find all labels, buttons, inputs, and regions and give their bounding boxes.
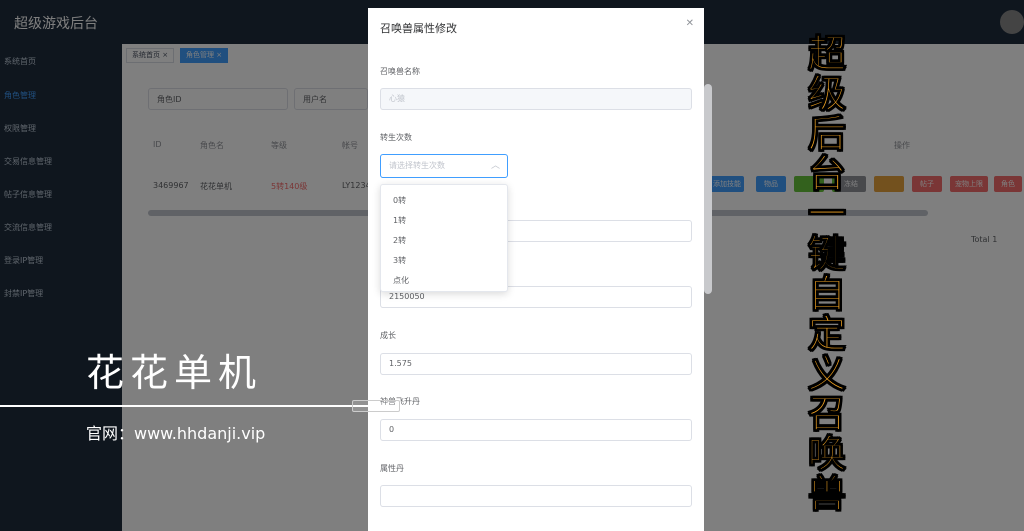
pet-name-label: 召唤兽名称	[380, 67, 420, 76]
chevron-up-icon: ︿	[490, 161, 500, 171]
attr-pill-input[interactable]	[380, 485, 692, 507]
watermark-line	[0, 405, 368, 407]
growth-input[interactable]: 1.575	[380, 353, 692, 375]
dialog-title: 召唤兽属性修改	[380, 22, 457, 35]
watermark-title: 花花单机	[86, 351, 263, 395]
rebirth-select[interactable]: 请选择转生次数 ︿	[380, 154, 508, 178]
rebirth-option-2[interactable]: 2转	[393, 235, 406, 246]
shenshou-input[interactable]: 0	[380, 419, 692, 441]
attr-pill-label: 属性丹	[380, 464, 404, 473]
close-icon[interactable]: ✕	[686, 18, 694, 29]
pet-edit-dialog: 召唤兽属性修改 ✕ 召唤兽名称 心猿 转生次数 请选择转生次数 ︿ 215005…	[368, 8, 704, 531]
watermark-url: 官网：www.hhdanji.vip	[86, 424, 266, 443]
rebirth-dropdown: 0转 1转 2转 3转 点化	[380, 184, 508, 292]
rebirth-option-dianhua[interactable]: 点化	[393, 275, 409, 286]
page-scrollbar[interactable]	[704, 84, 712, 294]
vertical-caption: 超级后台一键自定义召唤兽	[807, 32, 846, 516]
growth-label: 成长	[380, 331, 396, 340]
rebirth-option-3[interactable]: 3转	[393, 255, 406, 266]
rebirth-placeholder: 请选择转生次数	[389, 161, 445, 170]
watermark-slider-knob	[352, 400, 400, 412]
rebirth-option-1[interactable]: 1转	[393, 215, 406, 226]
rebirth-label: 转生次数	[380, 133, 412, 142]
rebirth-option-0[interactable]: 0转	[393, 195, 406, 206]
pet-name-input: 心猿	[380, 88, 692, 110]
